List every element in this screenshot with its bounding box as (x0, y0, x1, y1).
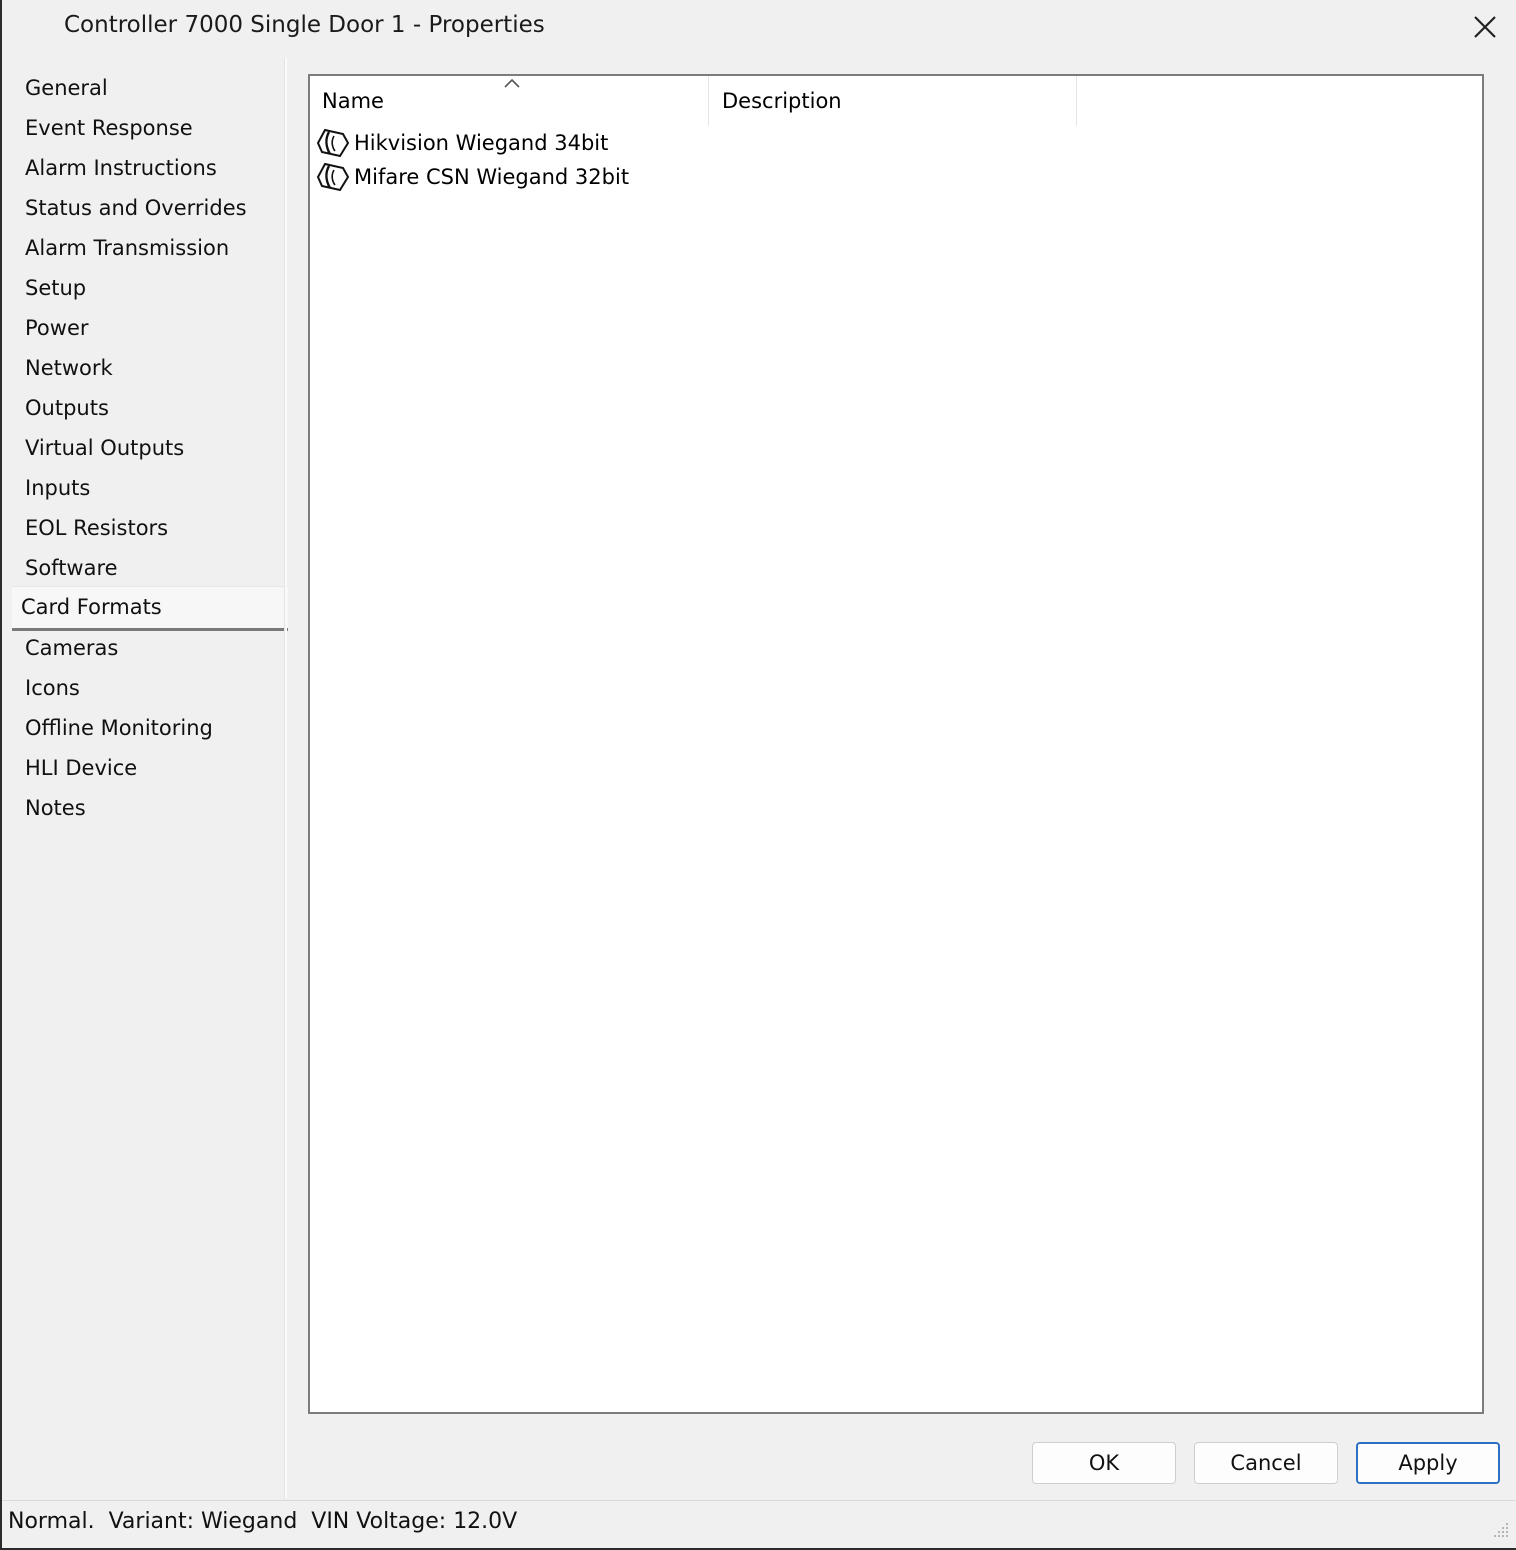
status-bar: Normal. Variant: Wiegand VIN Voltage: 12… (2, 1500, 1516, 1547)
window-title: Controller 7000 Single Door 1 - Properti… (64, 12, 545, 38)
column-header-description[interactable]: Description (710, 76, 1076, 126)
sidebar-item-offline-monitoring[interactable]: Offline Monitoring (12, 708, 288, 748)
card-formats-list[interactable]: Name Description Hikvision Wiegand 34bit… (308, 74, 1484, 1414)
sidebar-item-status-and-overrides[interactable]: Status and Overrides (12, 188, 288, 228)
list-item[interactable]: Mifare CSN Wiegand 32bit (316, 160, 916, 194)
apply-button[interactable]: Apply (1356, 1442, 1500, 1484)
column-separator[interactable] (1076, 76, 1077, 126)
sidebar-item-software[interactable]: Software (12, 548, 288, 588)
sidebar-item-virtual-outputs[interactable]: Virtual Outputs (12, 428, 288, 468)
close-icon (1474, 16, 1496, 38)
sidebar-item-power[interactable]: Power (12, 308, 288, 348)
sidebar-divider (284, 58, 287, 1498)
sidebar-item-outputs[interactable]: Outputs (12, 388, 288, 428)
list-item[interactable]: Hikvision Wiegand 34bit (316, 126, 916, 160)
sidebar-item-alarm-transmission[interactable]: Alarm Transmission (12, 228, 288, 268)
sidebar-item-alarm-instructions[interactable]: Alarm Instructions (12, 148, 288, 188)
property-page-list: General Event Response Alarm Instruction… (4, 58, 288, 1498)
sidebar-item-hli-device[interactable]: HLI Device (12, 748, 288, 788)
properties-window: Controller 7000 Single Door 1 - Properti… (0, 0, 1516, 1550)
sidebar-item-setup[interactable]: Setup (12, 268, 288, 308)
cancel-button[interactable]: Cancel (1194, 1442, 1338, 1484)
sidebar-item-general[interactable]: General (12, 68, 288, 108)
list-item-name: Hikvision Wiegand 34bit (354, 131, 609, 155)
sidebar-item-notes[interactable]: Notes (12, 788, 288, 828)
ok-button[interactable]: OK (1032, 1442, 1176, 1484)
column-separator[interactable] (708, 76, 709, 126)
status-text: Normal. Variant: Wiegand VIN Voltage: 12… (8, 1509, 518, 1534)
column-header-name[interactable]: Name (310, 76, 708, 126)
list-header: Name Description (310, 76, 1482, 126)
resize-grip-icon[interactable] (1492, 1521, 1510, 1539)
sidebar-item-card-formats[interactable]: Card Formats (12, 586, 288, 631)
sidebar-item-eol-resistors[interactable]: EOL Resistors (12, 508, 288, 548)
title-bar[interactable]: Controller 7000 Single Door 1 - Properti… (2, 0, 1516, 56)
sidebar-item-cameras[interactable]: Cameras (12, 628, 288, 668)
card-format-icon (316, 162, 350, 192)
sidebar-item-inputs[interactable]: Inputs (12, 468, 288, 508)
sidebar-item-icons[interactable]: Icons (12, 668, 288, 708)
list-item-name: Mifare CSN Wiegand 32bit (354, 165, 630, 189)
card-format-icon (316, 128, 350, 158)
close-button[interactable] (1458, 6, 1512, 48)
sidebar-item-event-response[interactable]: Event Response (12, 108, 288, 148)
sidebar-item-network[interactable]: Network (12, 348, 288, 388)
